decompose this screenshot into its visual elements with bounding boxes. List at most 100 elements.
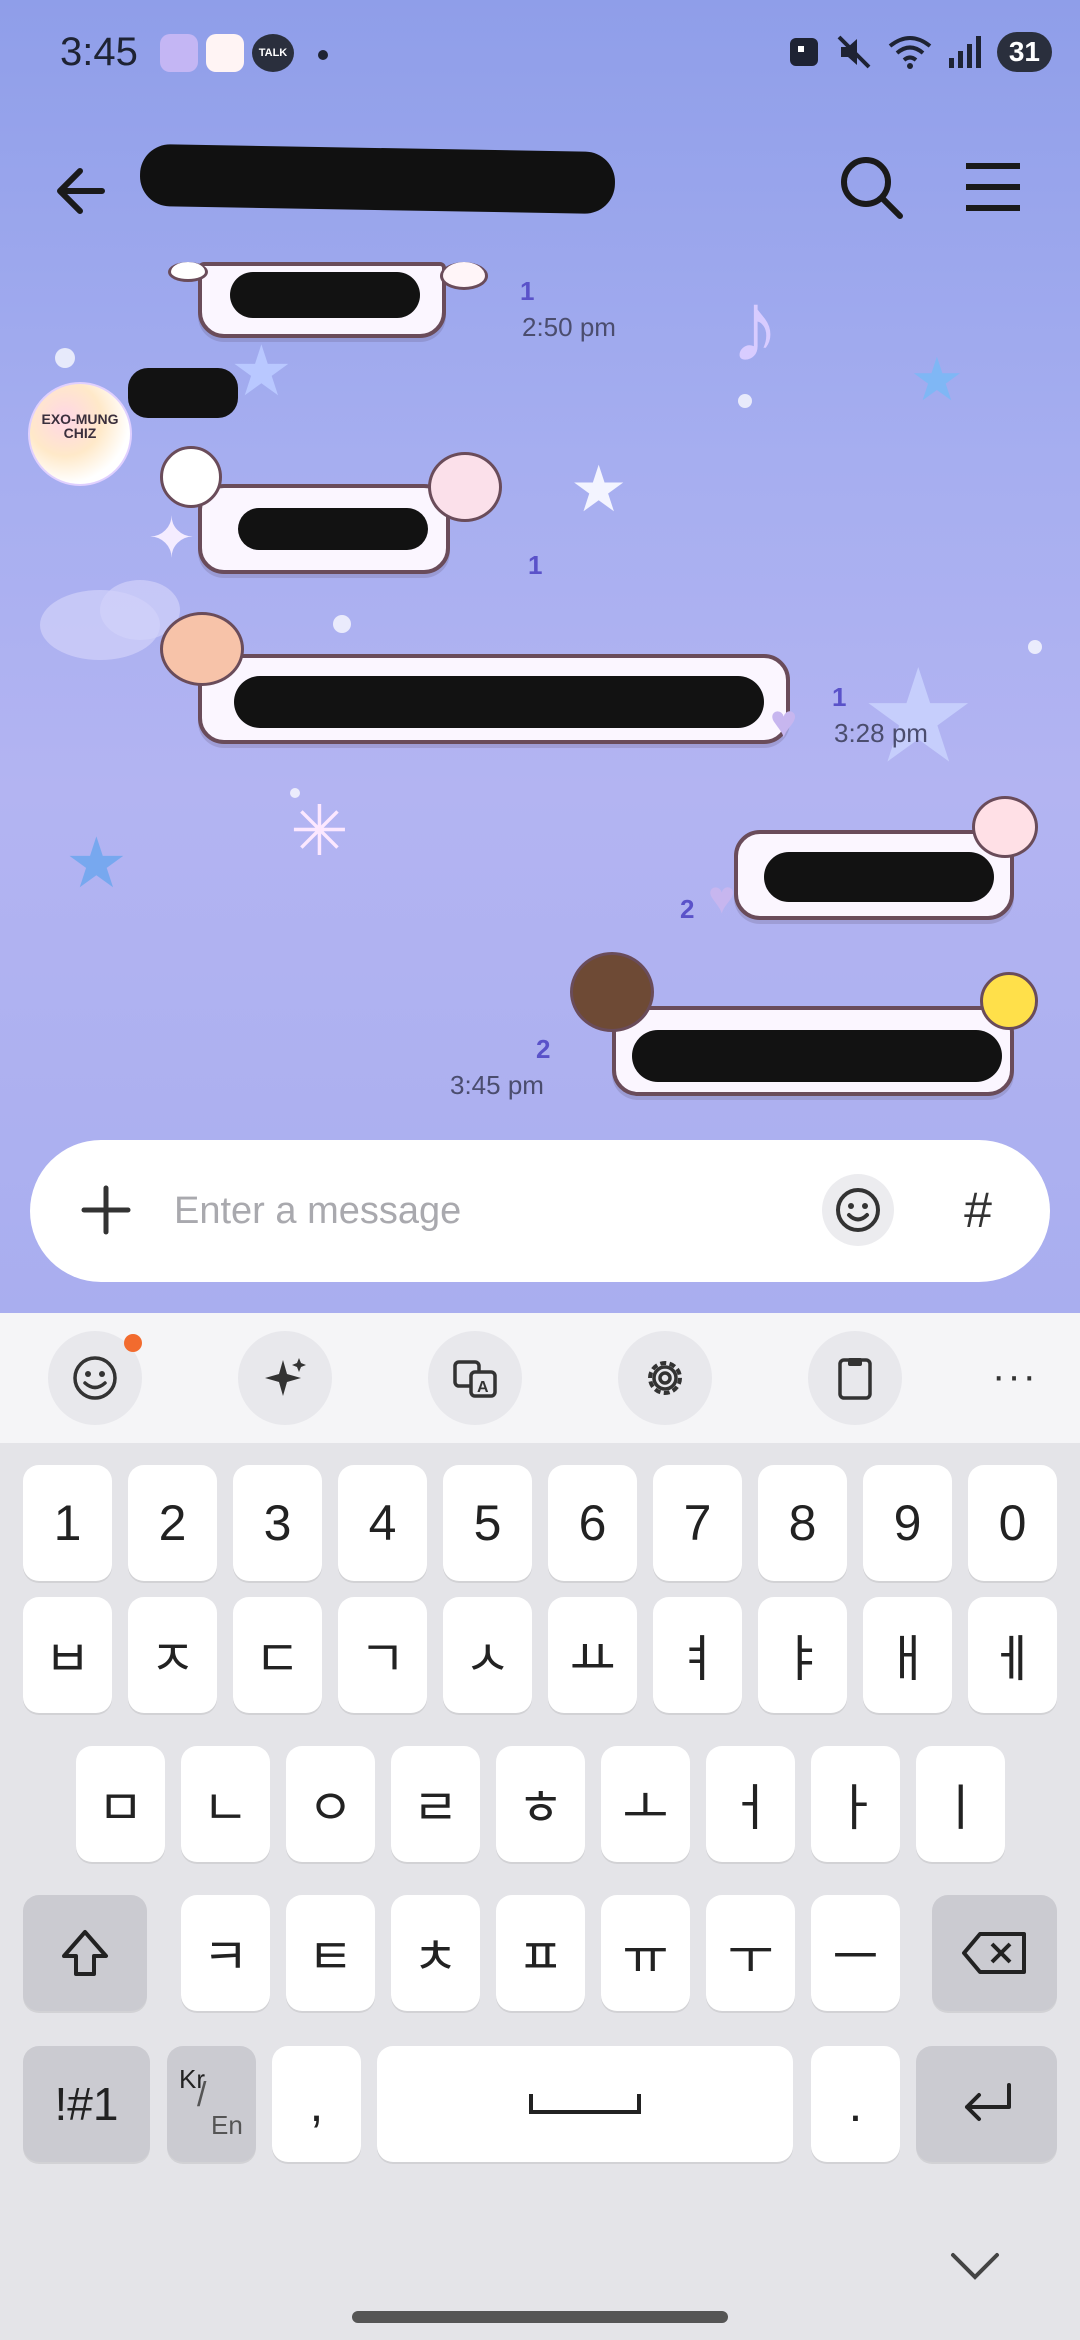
language-switch-key[interactable]: Kr / En: [167, 2046, 256, 2162]
key[interactable]: 1: [23, 1465, 112, 1581]
backspace-key[interactable]: [932, 1895, 1057, 2011]
key[interactable]: ㅋ: [181, 1895, 270, 2011]
clipboard-button[interactable]: [808, 1331, 902, 1425]
keyboard-settings-button[interactable]: [618, 1331, 712, 1425]
key[interactable]: ㄴ: [181, 1746, 270, 1862]
key[interactable]: ㅡ: [811, 1895, 900, 2011]
key[interactable]: 4: [338, 1465, 427, 1581]
key[interactable]: ㅍ: [496, 1895, 585, 2011]
ai-assist-button[interactable]: [238, 1331, 332, 1425]
chick-sticker: [980, 972, 1038, 1030]
clipboard-icon: [838, 1358, 872, 1400]
read-count: 2: [536, 1034, 551, 1064]
key[interactable]: ㅛ: [548, 1597, 637, 1713]
translate-icon: A: [453, 1360, 497, 1398]
face-app-icon: [160, 34, 198, 72]
key[interactable]: ㅇ: [286, 1746, 375, 1862]
key[interactable]: ㅎ: [496, 1746, 585, 1862]
key[interactable]: 7: [653, 1465, 742, 1581]
svg-text:A: A: [477, 1379, 489, 1396]
key[interactable]: 9: [863, 1465, 952, 1581]
peach-sticker: [972, 796, 1038, 858]
space-icon: [529, 2094, 641, 2114]
hamburger-menu-icon[interactable]: [960, 154, 1026, 220]
wifi-icon: [888, 36, 932, 69]
key[interactable]: ㅣ: [916, 1746, 1005, 1862]
nfc-icon: [789, 38, 818, 66]
key[interactable]: 5: [443, 1465, 532, 1581]
period-key[interactable]: .: [811, 2046, 900, 2162]
key[interactable]: ㄱ: [338, 1597, 427, 1713]
talk-app-icon: TALK: [252, 34, 294, 72]
bubble-sticker: [168, 262, 208, 282]
key[interactable]: 3: [233, 1465, 322, 1581]
message-time: 2:50 pm: [522, 312, 616, 342]
redacted-text: [764, 852, 994, 902]
settings-gear-icon: [648, 1361, 682, 1395]
key[interactable]: ㅏ: [811, 1746, 900, 1862]
chevron-down-icon[interactable]: [945, 2245, 1005, 2285]
key[interactable]: ㅌ: [286, 1895, 375, 2011]
message-bubble[interactable]: [612, 1006, 1014, 1096]
hashtag-button[interactable]: #: [942, 1174, 1014, 1246]
key[interactable]: ㅗ: [601, 1746, 690, 1862]
key[interactable]: ㅓ: [706, 1746, 795, 1862]
mute-icon: [837, 35, 871, 69]
key[interactable]: 6: [548, 1465, 637, 1581]
key[interactable]: ㄷ: [233, 1597, 322, 1713]
key[interactable]: ㅜ: [706, 1895, 795, 2011]
key[interactable]: ㄹ: [391, 1746, 480, 1862]
key[interactable]: ㅊ: [391, 1895, 480, 2011]
keyboard-toolbar: A: [0, 1313, 1080, 1443]
key[interactable]: ㅁ: [76, 1746, 165, 1862]
status-time: 3:45: [60, 30, 138, 74]
ai-sparkle-icon: [265, 1358, 306, 1396]
avatar-label: EXO-MUNG CHIZ: [41, 411, 119, 441]
heart-sticker: ♥: [708, 871, 736, 923]
enter-key[interactable]: [916, 2046, 1057, 2162]
symbols-key[interactable]: !#1: [23, 2046, 150, 2162]
back-arrow-icon[interactable]: [48, 156, 118, 226]
read-count: 1: [520, 276, 535, 306]
redacted-text: [234, 676, 764, 728]
redacted-text: [230, 272, 420, 318]
key[interactable]: ㅠ: [601, 1895, 690, 2011]
emoji-icon: [836, 1188, 880, 1232]
message-bubble[interactable]: [198, 484, 450, 574]
bubble-sticker: [440, 262, 488, 290]
space-key[interactable]: [377, 2046, 793, 2162]
translate-button[interactable]: A: [428, 1331, 522, 1425]
key[interactable]: 0: [968, 1465, 1057, 1581]
shift-key[interactable]: [23, 1895, 147, 2011]
key[interactable]: ㅅ: [443, 1597, 532, 1713]
comma-key[interactable]: ,: [272, 2046, 361, 2162]
message-bubble[interactable]: [198, 262, 446, 338]
message-bubble[interactable]: [734, 830, 1014, 920]
key[interactable]: ㅈ: [128, 1597, 217, 1713]
puppy-sticker: [160, 612, 244, 686]
bear-sticker: [570, 952, 654, 1032]
key[interactable]: ㅕ: [653, 1597, 742, 1713]
emoji-icon: [73, 1356, 117, 1400]
key[interactable]: ㅂ: [23, 1597, 112, 1713]
key[interactable]: 2: [128, 1465, 217, 1581]
emoji-button[interactable]: [822, 1174, 894, 1246]
notification-dot: [124, 1334, 142, 1352]
more-notifications-dot: [318, 50, 328, 60]
key[interactable]: ㅐ: [863, 1597, 952, 1713]
toolbar-more-button[interactable]: ···: [980, 1354, 1050, 1404]
status-bar: 3:45 TALK 31: [0, 0, 1080, 110]
message-bubble[interactable]: [198, 654, 790, 744]
cell-signal-icon: [948, 36, 981, 68]
key[interactable]: ㅑ: [758, 1597, 847, 1713]
key[interactable]: ㅔ: [968, 1597, 1057, 1713]
home-indicator[interactable]: [352, 2311, 728, 2323]
shift-icon: [62, 1930, 108, 1976]
lang-divider: /: [197, 2076, 207, 2114]
message-input[interactable]: [174, 1176, 814, 1246]
chat-title-redacted: [139, 143, 616, 215]
bunny-sticker: [160, 446, 222, 508]
key[interactable]: 8: [758, 1465, 847, 1581]
plus-icon[interactable]: [74, 1178, 138, 1242]
search-icon[interactable]: [836, 152, 906, 222]
